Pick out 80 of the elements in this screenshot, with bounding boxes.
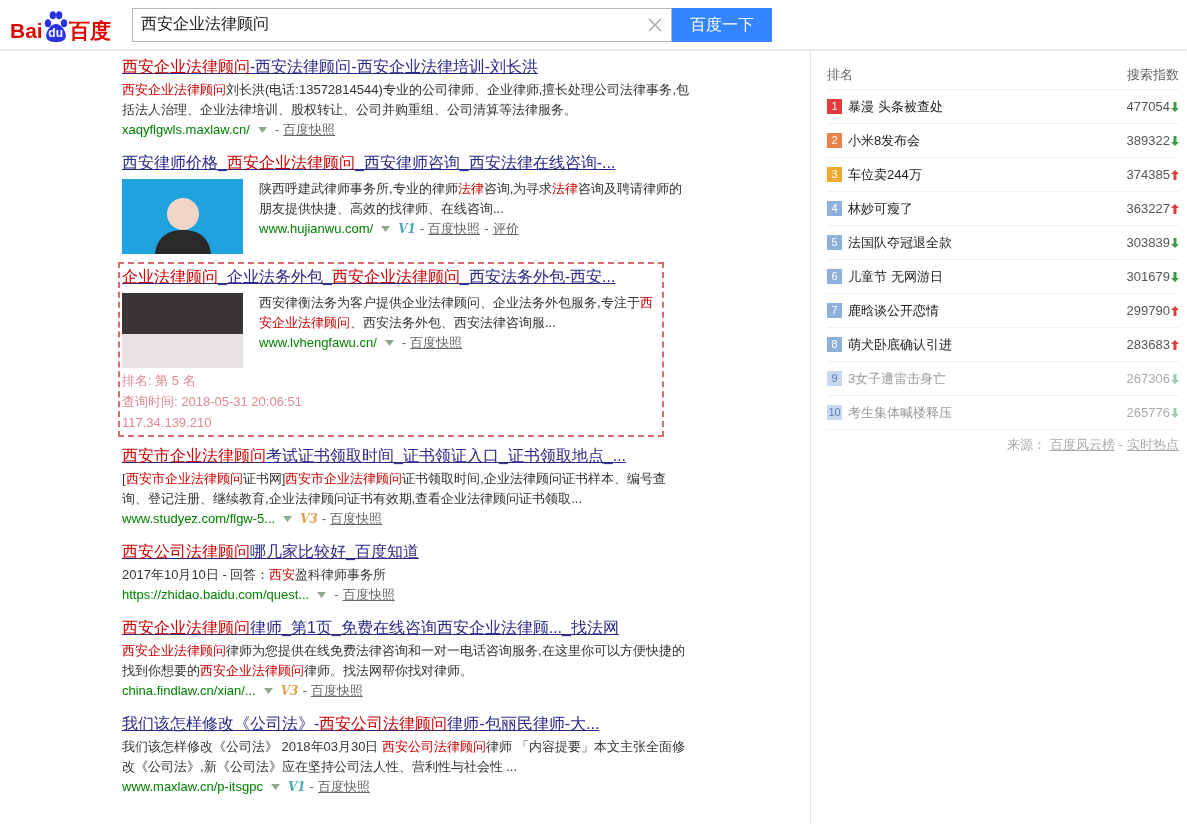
separator-dash: - bbox=[309, 778, 314, 796]
search-index: 265776 bbox=[1126, 403, 1170, 422]
snapshot-link[interactable]: 百度快照 bbox=[342, 585, 395, 605]
dropdown-caret-icon[interactable] bbox=[270, 784, 280, 790]
result-url: xaqyflgwls.maxlaw.cn/ bbox=[122, 121, 250, 139]
result-snippet: 西安企业法律顾问刘长洪(电话:13572814544)专业的公司律师、企业律师,擅长处理公司法律事务,包括法人治理、企业法律培训、股权转让、公司并购重组、公司清算等法律服务。 bbox=[122, 81, 690, 119]
dropdown-caret-icon[interactable] bbox=[283, 516, 293, 522]
rank-badge: 10 bbox=[827, 405, 842, 420]
result-snippet: 我们该怎样修改《公司法》 2018年03月30日 西安公司法律顾问律师 「内容提要」本文主张全面修改《公司法》,新《公司法》应在坚持公司法人性、营利性与社会性 ... bbox=[122, 738, 686, 776]
hot-topic-link[interactable]: 儿童节 无网游日 bbox=[848, 266, 1127, 287]
rank-info-text: 117.34.139.210 bbox=[122, 414, 213, 432]
search-index: 267306 bbox=[1126, 369, 1170, 388]
result-url: https://zhidao.baidu.com/quest... bbox=[122, 586, 310, 604]
separator-dash: - bbox=[302, 682, 307, 700]
search-index: 303839 bbox=[1126, 233, 1170, 252]
column-header: 搜索指数 bbox=[1127, 65, 1179, 84]
result-snippet: 陕西呼建武律师事务所,专业的律师法律咨询,为寻求法律咨询及聘请律师的朋友提供快捷、高效的找律师、在线咨询... bbox=[259, 180, 684, 218]
rank-badge: 3 bbox=[827, 167, 842, 182]
result-url: china.findlaw.cn/xian/... bbox=[122, 682, 256, 700]
rank-badge: 2 bbox=[827, 133, 842, 148]
rank-info-text: 查询时间: 2018-05-31 20:06:51 bbox=[122, 393, 303, 411]
result-snippet: 2017年10月10日 - 回答：西安盈科律师事务所 bbox=[122, 566, 388, 584]
result-snippet: 西安企业法律顾问律师为您提供在线免费法律咨询和一对一电话咨询服务,在这里你可以方便快捷的找到你想要的西安企业法律顾问律师。找法网帮你找对律师。 bbox=[122, 642, 686, 680]
search-index: 363227 bbox=[1126, 199, 1170, 218]
rank-badge: 1 bbox=[827, 99, 842, 114]
snapshot-link[interactable]: 评价 bbox=[492, 219, 519, 239]
rank-badge: 4 bbox=[827, 201, 842, 216]
snapshot-link[interactable]: 百度快照 bbox=[283, 120, 336, 140]
search-index: 389322 bbox=[1126, 131, 1170, 150]
rank-badge: 5 bbox=[827, 235, 842, 250]
verified-label: V1 bbox=[398, 221, 416, 238]
rank-badge: 8 bbox=[827, 337, 842, 352]
result-url: www.lvhengfawu.cn/ bbox=[259, 334, 377, 352]
dropdown-caret-icon[interactable] bbox=[384, 340, 394, 346]
result-url: www.hujianwu.com/ bbox=[259, 220, 374, 238]
search-index: 283683 bbox=[1126, 335, 1170, 354]
search-field[interactable]: 西安企业法律顾问 bbox=[132, 7, 672, 42]
rank-badge: 6 bbox=[827, 269, 842, 284]
result-snippet: 西安律衡法务为客户提供企业法律顾问、企业法务外包服务,专注于西安企业法律顾问、西安法务外包、西安法律咨询服... bbox=[259, 294, 654, 332]
source-label: 来源： bbox=[1006, 436, 1046, 455]
verified-label: V3 bbox=[300, 511, 318, 528]
result-url: www.studyez.com/flgw-5... bbox=[122, 510, 276, 528]
search-index: 477054 bbox=[1126, 97, 1170, 116]
hot-topic-link[interactable]: 萌犬卧底确认引进 bbox=[848, 334, 1127, 355]
hot-topic-link[interactable]: 暴漫 头条被查处 bbox=[848, 96, 1127, 117]
separator-dash: - bbox=[321, 510, 327, 528]
hot-topic-link[interactable]: 小米8发布会 bbox=[848, 130, 1127, 151]
verified-label: V1 bbox=[287, 779, 306, 796]
hot-topic-link[interactable]: 鹿晗谈公开恋情 bbox=[848, 300, 1127, 321]
search-index: 301679 bbox=[1126, 267, 1170, 286]
dropdown-caret-icon[interactable] bbox=[317, 592, 327, 598]
snapshot-link[interactable]: 百度快照 bbox=[317, 777, 370, 797]
column-header: 排名 bbox=[827, 65, 853, 84]
dropdown-caret-icon[interactable] bbox=[381, 226, 391, 232]
separator-dash: - bbox=[484, 220, 489, 238]
dropdown-caret-icon[interactable] bbox=[263, 688, 273, 694]
snapshot-link[interactable]: 百度快照 bbox=[310, 681, 363, 701]
search-button[interactable]: 百度一下 bbox=[672, 7, 772, 42]
rank-badge: 9 bbox=[827, 371, 842, 386]
separator-dash: - bbox=[334, 586, 339, 604]
hot-topic-link[interactable]: 林妙可瘦了 bbox=[848, 198, 1127, 219]
separator-dash: - bbox=[401, 334, 407, 352]
verified-label: V3 bbox=[280, 683, 299, 700]
rank-info-text: 排名: 第 5 名 bbox=[122, 372, 197, 390]
snapshot-link[interactable]: 百度快照 bbox=[410, 333, 463, 353]
separator-dash: - bbox=[1118, 436, 1123, 455]
clear-icon[interactable] bbox=[648, 17, 662, 32]
separator-dash: - bbox=[274, 121, 280, 139]
dropdown-caret-icon[interactable] bbox=[257, 127, 267, 133]
hot-topic-link[interactable]: 法国队夺冠退全款 bbox=[848, 232, 1127, 253]
search-index: 299790 bbox=[1126, 301, 1170, 320]
snapshot-link[interactable]: 百度快照 bbox=[330, 509, 383, 529]
separator-dash: - bbox=[419, 220, 425, 238]
rank-badge: 7 bbox=[827, 303, 842, 318]
baidu-logo[interactable]: Bai du 百度 bbox=[10, 7, 122, 42]
result-url: www.maxlaw.cn/p-itsgpc bbox=[122, 778, 263, 796]
search-index: 374385 bbox=[1126, 165, 1170, 184]
snapshot-link[interactable]: 百度快照 bbox=[428, 219, 481, 239]
result-snippet: [西安市企业法律顾问证书网]西安市企业法律顾问证书领取时间,企业法律顾问证书样本、编号查询、登记注册、继续教育,企业法律顾问证书有效期,查看企业法律顾问证书领取... bbox=[122, 470, 667, 508]
hot-topic-link[interactable]: 车位卖244万 bbox=[848, 164, 1127, 185]
